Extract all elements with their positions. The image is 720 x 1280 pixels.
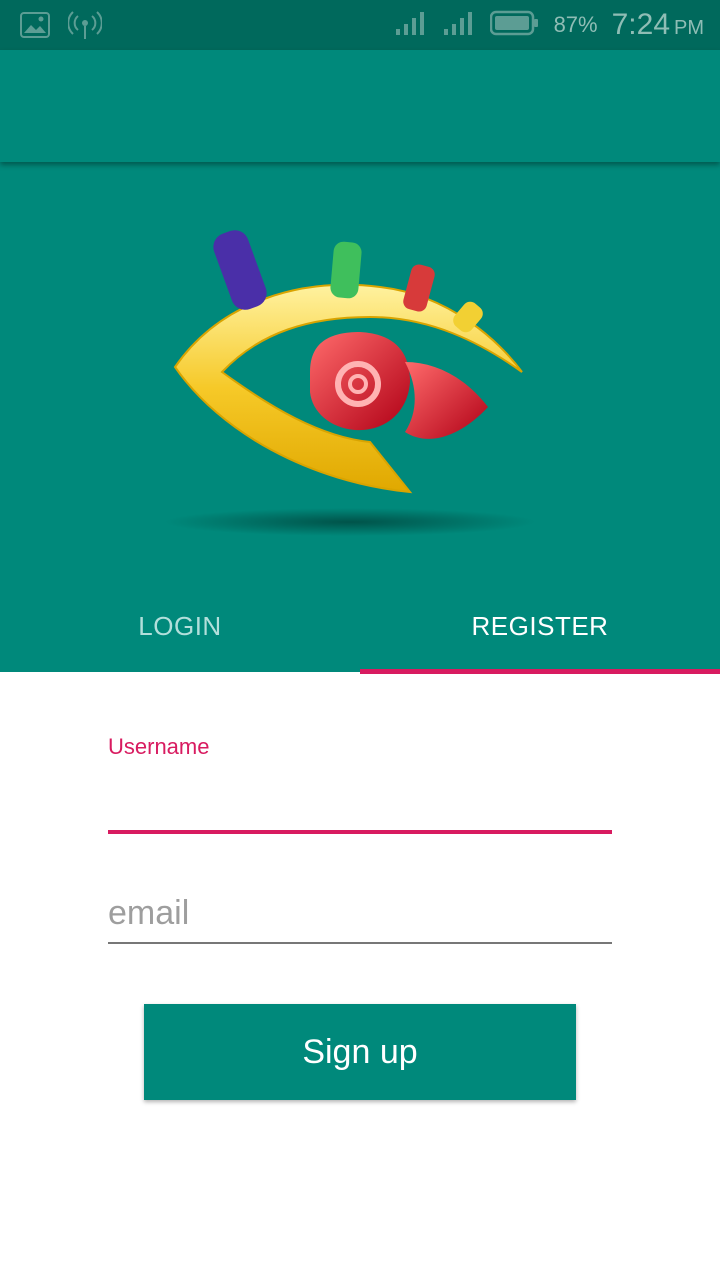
gallery-icon	[20, 12, 50, 43]
status-bar: 87% 7:24 PM	[0, 0, 720, 50]
tab-login[interactable]: LOGIN	[0, 578, 360, 674]
email-input[interactable]	[108, 884, 612, 944]
username-label: Username	[108, 734, 210, 759]
auth-tabs: LOGIN REGISTER	[0, 578, 720, 674]
clock-ampm: PM	[674, 17, 704, 39]
clock: 7:24 PM	[612, 8, 704, 42]
signal-icon	[394, 9, 428, 42]
eye-logo-icon	[165, 230, 535, 536]
tab-register[interactable]: REGISTER	[360, 578, 720, 674]
battery-percent: 87%	[553, 12, 598, 37]
signal-icon	[442, 9, 476, 42]
app-bar	[0, 50, 720, 162]
clock-time: 7:24	[611, 8, 670, 41]
status-left-icons	[20, 10, 103, 45]
hotspot-icon	[67, 10, 103, 45]
status-right-icons: 87% 7:24 PM	[394, 8, 704, 42]
battery-icon	[489, 10, 540, 41]
sign-up-button[interactable]: Sign up	[144, 1004, 576, 1100]
username-input[interactable]	[108, 782, 612, 834]
